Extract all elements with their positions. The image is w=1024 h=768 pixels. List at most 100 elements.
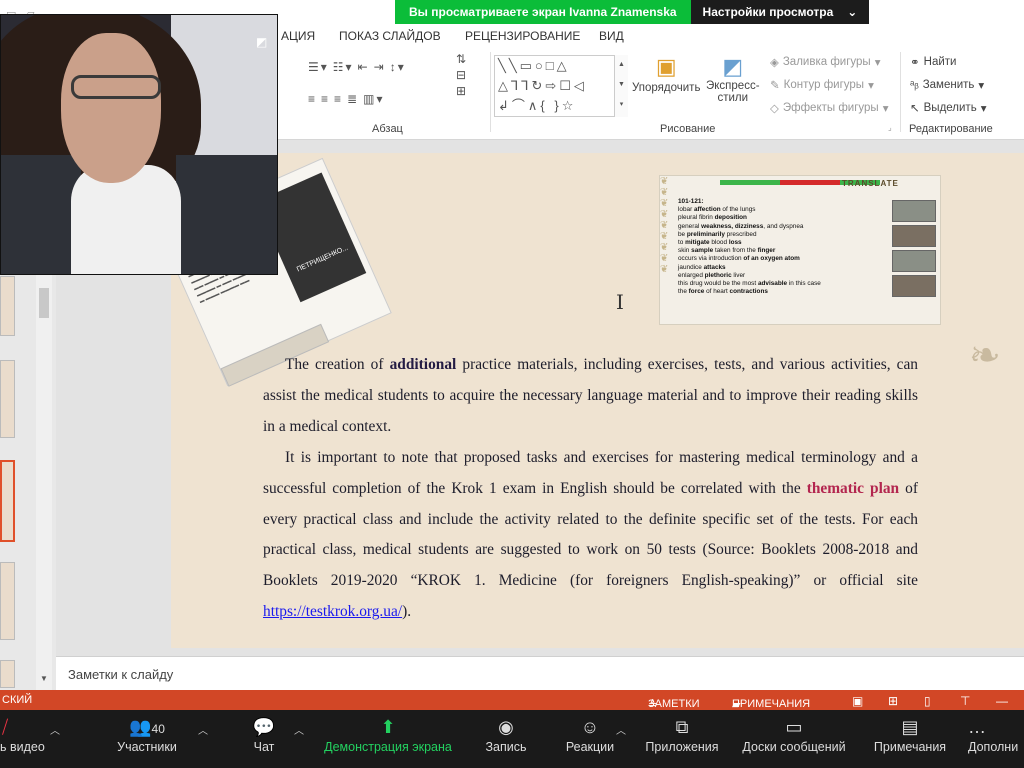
arrange-button[interactable]: ▣ Упорядочить — [632, 54, 700, 94]
replace-button[interactable]: ᵃᵦ Заменить ▾ — [910, 78, 984, 92]
shape-fill-button[interactable]: ◈ Заливка фигуры ▾ — [770, 55, 880, 69]
text-run: ). — [402, 603, 412, 621]
stop-video-label: ь видео — [0, 740, 45, 754]
shapes-gallery-scroll[interactable]: ▲ ▼ ▾ — [614, 55, 628, 117]
columns-icon[interactable]: ▥▾ — [363, 92, 384, 106]
notes-button[interactable]: ▤ Примечания — [868, 710, 952, 768]
more-dots-icon: … — [968, 717, 986, 737]
align-center-icon[interactable]: ≡ — [321, 92, 330, 106]
slide-sorter-icon[interactable]: ⊞ — [888, 694, 898, 708]
slide-thumbnail[interactable] — [0, 276, 15, 336]
bullets-icon[interactable]: ☰▾ — [308, 60, 329, 74]
arrange-icon: ▣ — [655, 54, 677, 79]
slide-thumbnail[interactable] — [0, 660, 15, 688]
term-run: occurs via introduction — [678, 255, 742, 263]
video-person — [61, 33, 161, 183]
align-left-icon[interactable]: ≡ — [308, 92, 317, 106]
more-button[interactable]: … Дополни — [968, 710, 1024, 768]
slide[interactable]: ▬▬ ▬▬ ▬ ▬ ▬▬▬ ▬ ▬▬ ▬▬ ▬ ▬▬ ▬▬ ▬ ▬ ▬ ▬▬ ▬ ▬▬▬ ▬ … — [158, 153, 1024, 648]
term-run: affection — [694, 206, 721, 214]
line-spacing-icon[interactable]: ↕▾ — [390, 60, 406, 74]
indent-decrease-icon[interactable]: ⇤ — [358, 60, 370, 74]
screenshot-video-tiles — [892, 200, 936, 300]
video-person — [71, 75, 161, 99]
text-direction-stack: ⇅ ⊟ ⊞ — [456, 52, 468, 98]
text-direction-icon[interactable]: ⇅ — [456, 52, 468, 66]
view-options-button[interactable]: Настройки просмотра ⌄ — [690, 0, 870, 24]
numbering-icon[interactable]: ☷▾ — [333, 60, 354, 74]
select-button[interactable]: ↖ Выделить ▾ — [910, 101, 986, 115]
slide-thumbnail[interactable] — [0, 360, 15, 438]
smartart-icon[interactable]: ⊞ — [456, 84, 468, 98]
chevron-up-icon[interactable]: ︿ — [198, 722, 208, 737]
testkrok-link[interactable]: https://testkrok.org.ua/ — [263, 603, 402, 620]
group-label-paragraph: Абзац — [372, 123, 403, 135]
tab-view[interactable]: ВИД — [599, 29, 624, 43]
speaker-video-overlay[interactable]: ◩ — [0, 14, 278, 275]
term-line: the force of heart contractions — [678, 288, 888, 296]
slide-thumbnail[interactable] — [0, 562, 15, 640]
tab-animation[interactable]: АЦИЯ — [281, 29, 315, 43]
term-run: taken from the — [713, 247, 758, 255]
scroll-thumb[interactable] — [39, 288, 49, 318]
video-layout-icon[interactable]: ◩ — [256, 35, 274, 49]
chevron-up-icon[interactable]: ︿ — [294, 722, 304, 737]
scroll-down-icon[interactable]: ▼ — [38, 674, 50, 686]
slide-thumbnail-active[interactable] — [0, 460, 15, 542]
chevron-up-icon[interactable]: ︿ — [616, 722, 626, 737]
normal-view-icon[interactable]: ▣ — [852, 694, 863, 708]
shapes-gallery[interactable]: ╲╲▭○□△ △⅂⅂↻⇨☐◁ ↲⌒∧{ }☆ — [494, 55, 628, 117]
zoom-slider[interactable]: — — [996, 694, 1008, 708]
shape-outline-button[interactable]: ✎ Контур фигуры ▾ — [770, 78, 874, 92]
chat-button[interactable]: 💬 Чат — [240, 710, 288, 768]
term-run: plethoric — [704, 271, 732, 279]
justify-icon[interactable]: ≣ — [347, 92, 359, 106]
term-run: , and dyspnea — [763, 222, 804, 230]
replace-label: Заменить — [922, 79, 975, 91]
text-run: The creation of — [285, 356, 390, 373]
align-right-icon[interactable]: ≡ — [334, 92, 343, 106]
reactions-button[interactable]: ☺ Реакции — [560, 710, 620, 768]
video-tile — [892, 275, 936, 297]
screenshot-title: TRANSLATE — [842, 179, 899, 188]
term-run: loss — [728, 239, 742, 247]
screenshot-bar-red — [780, 180, 840, 185]
stop-video-button[interactable]: ⧸ ь видео — [0, 710, 48, 768]
term-line: pleural fibrin deposition — [678, 214, 888, 222]
indent-increase-icon[interactable]: ⇥ — [374, 60, 386, 74]
slideshow-icon[interactable]: ⊤ — [960, 694, 970, 708]
share-screen-icon: ⬆ — [380, 717, 396, 737]
align-text-icon[interactable]: ⊟ — [456, 68, 468, 82]
term-run: 101-121: — [678, 198, 704, 205]
comments-toggle-label: ПРИМЕЧАНИЯ — [732, 698, 811, 710]
notes-placeholder: Заметки к слайду — [68, 667, 174, 682]
drawing-dialog-launcher[interactable]: ⌟ — [888, 123, 892, 132]
term-line: to mitigate blood loss — [678, 239, 888, 247]
shape-effects-button[interactable]: ◇ Эффекты фигуры ▾ — [770, 101, 888, 115]
slide-body-text[interactable]: The creation of additional practice mate… — [263, 350, 918, 628]
share-screen-button[interactable]: ⬆ Демонстрация экрана — [318, 710, 458, 768]
record-button[interactable]: ◉ Запись — [478, 710, 534, 768]
binoculars-icon: ⚭ — [910, 57, 920, 69]
apps-button[interactable]: ⧉ Приложения — [640, 710, 724, 768]
term-run: preliminarily — [686, 230, 725, 238]
quick-styles-button[interactable]: ◩ Экспресс- стили — [706, 54, 760, 104]
language-indicator[interactable]: СКИЙ — [2, 694, 32, 706]
slide-notes-pane[interactable]: Заметки к слайду — [56, 656, 1024, 690]
term-run: of heart — [704, 288, 730, 296]
tab-slideshow[interactable]: ПОКАЗ СЛАЙДОВ — [339, 29, 441, 43]
term-run: contractions — [729, 288, 768, 296]
whiteboards-label: Доски сообщений — [742, 740, 846, 754]
reading-view-icon[interactable]: ▯ — [924, 694, 931, 708]
find-button[interactable]: ⚭ Найти — [910, 55, 956, 69]
whiteboards-button[interactable]: ▭ Доски сообщений — [736, 710, 852, 768]
participants-button[interactable]: 👥40 Участники — [108, 710, 186, 768]
tab-review[interactable]: РЕЦЕНЗИРОВАНИЕ — [465, 29, 580, 43]
chevron-up-icon[interactable]: ︿ — [50, 722, 60, 737]
cursor-arrow-icon: ↖ — [910, 103, 920, 115]
term-run: blood — [709, 239, 729, 247]
record-icon: ◉ — [498, 717, 514, 737]
record-label: Запись — [485, 740, 527, 754]
term-run: sample — [691, 247, 714, 255]
term-run: prescribed — [724, 230, 757, 238]
